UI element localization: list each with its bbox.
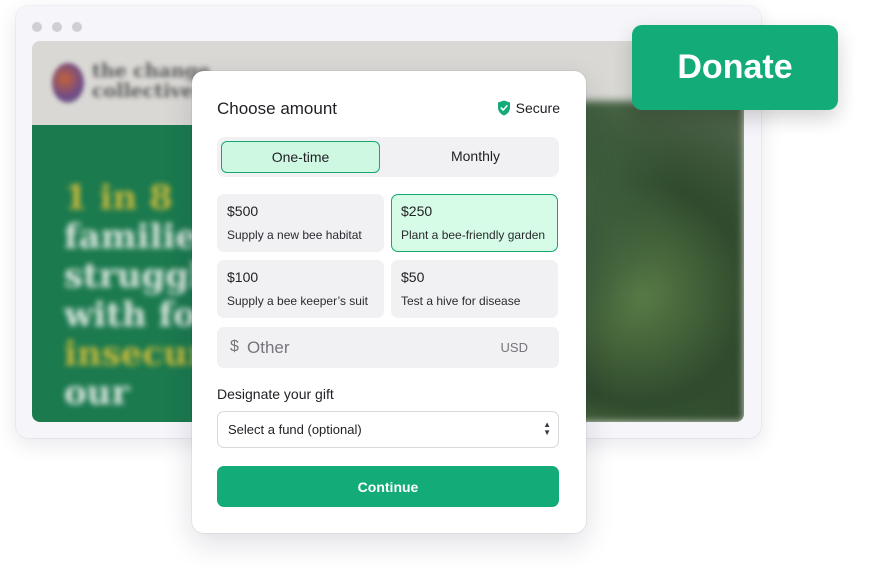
- donate-button[interactable]: Donate: [632, 25, 838, 110]
- window-dot: [52, 22, 62, 32]
- amount-description: Supply a new bee habitat: [227, 228, 362, 242]
- amount-value: $100: [227, 269, 259, 285]
- window-dot: [72, 22, 82, 32]
- other-amount-field: $ USD: [217, 327, 559, 368]
- amount-value: $50: [401, 269, 425, 285]
- amount-option-500[interactable]: $500 Supply a new bee habitat: [217, 194, 384, 252]
- amount-description: Plant a bee-friendly garden: [401, 228, 546, 242]
- hero-line: our: [64, 373, 130, 413]
- continue-button[interactable]: Continue: [217, 466, 559, 507]
- select-arrows-icon: ▲ ▼: [543, 420, 551, 437]
- currency-label: USD: [500, 340, 528, 355]
- hero-line: 1 in 8: [64, 178, 173, 218]
- other-amount-input[interactable]: [245, 335, 479, 361]
- amount-value: $500: [227, 203, 259, 219]
- amount-option-100[interactable]: $100 Supply a bee keeper’s suit: [217, 260, 384, 318]
- one-time-tab[interactable]: One-time: [221, 141, 380, 173]
- window-dot: [32, 22, 42, 32]
- fund-select-value: Select a fund (optional): [228, 422, 362, 437]
- dollar-sign-icon: $: [230, 338, 239, 355]
- site-logo-icon: [52, 63, 84, 103]
- secure-label: Secure: [515, 100, 560, 116]
- designate-label: Designate your gift: [217, 386, 334, 402]
- shield-check-icon: [497, 100, 510, 116]
- fund-select[interactable]: Select a fund (optional) ▲ ▼: [217, 411, 559, 448]
- amount-description: Test a hive for disease: [401, 294, 521, 308]
- window-controls: [32, 22, 82, 32]
- amount-value: $250: [401, 203, 433, 219]
- form-title: Choose amount: [217, 99, 338, 118]
- frequency-toggle: One-time Monthly: [217, 137, 559, 177]
- amount-option-50[interactable]: $50 Test a hive for disease: [391, 260, 558, 318]
- secure-badge: Secure: [497, 100, 560, 116]
- donation-form-card: Choose amount Secure One-time Monthly $5…: [192, 71, 586, 533]
- amount-option-250[interactable]: $250 Plant a bee-friendly garden: [391, 194, 558, 252]
- amount-description: Supply a bee keeper’s suit: [227, 294, 368, 308]
- monthly-tab[interactable]: Monthly: [397, 141, 554, 171]
